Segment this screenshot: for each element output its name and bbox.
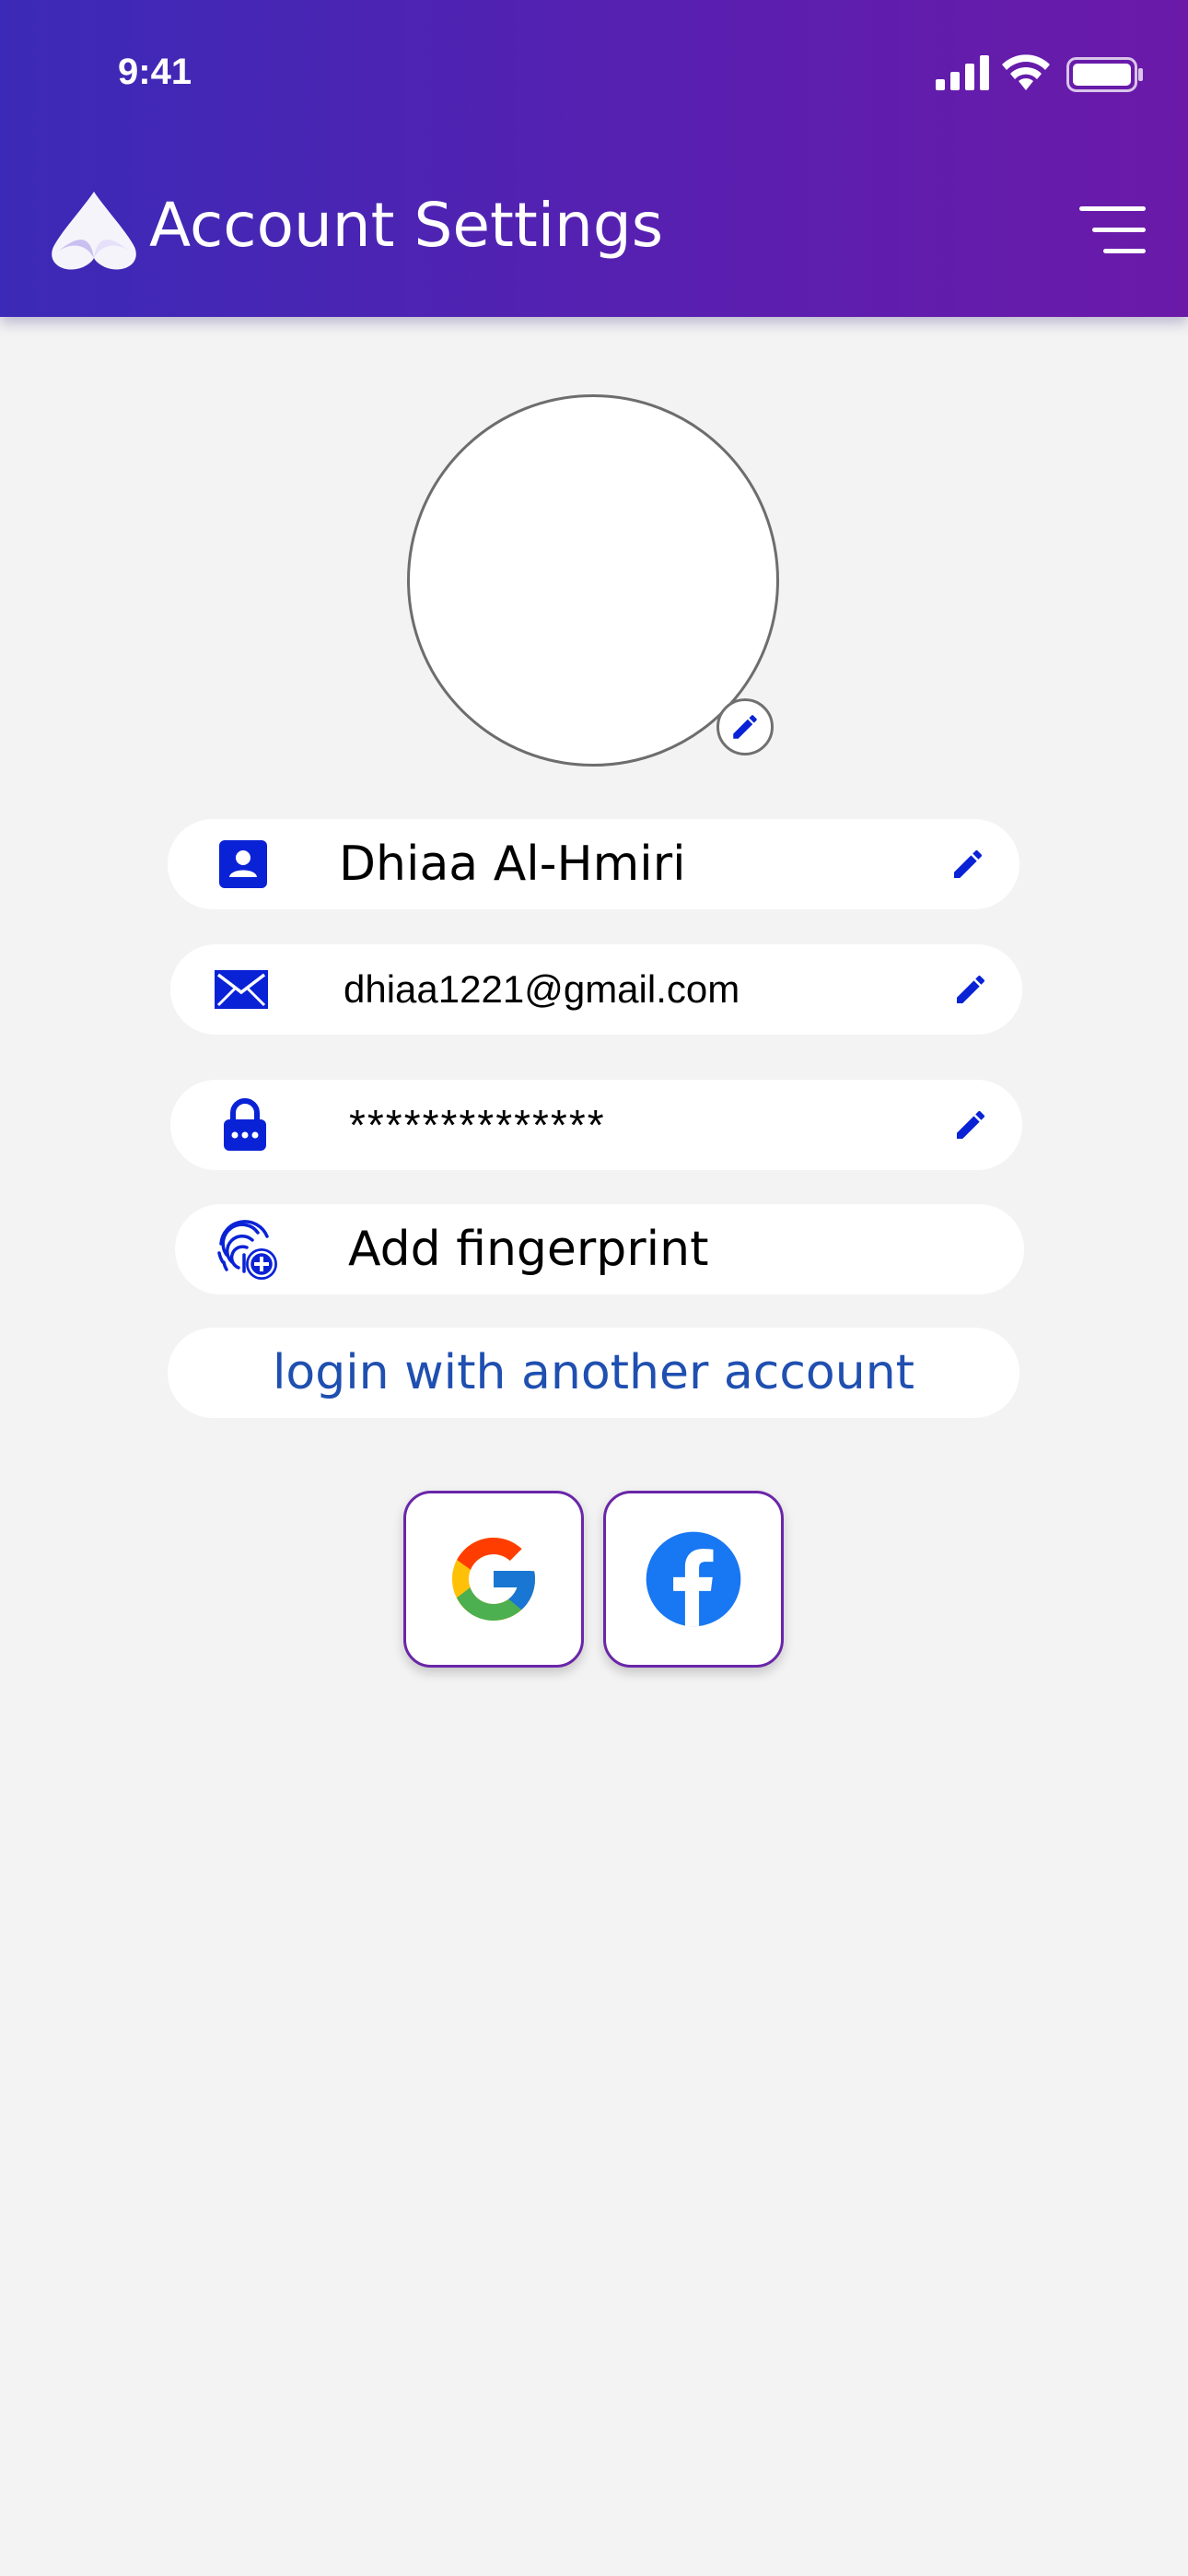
password-field[interactable]: **************: [170, 1080, 1022, 1170]
google-icon: [452, 1538, 535, 1621]
cellular-signal-icon: [936, 55, 989, 90]
facebook-login-button[interactable]: [603, 1491, 784, 1668]
fingerprint-label: Add fingerprint: [348, 1222, 709, 1277]
add-fingerprint-button[interactable]: Add fingerprint: [175, 1204, 1024, 1294]
battery-icon: [1066, 57, 1143, 92]
contact-card-icon: [219, 840, 267, 888]
fingerprint-add-icon: [217, 1220, 277, 1280]
app-logo-icon: [52, 192, 136, 270]
page-title: Account Settings: [149, 190, 664, 261]
wifi-icon: [1002, 54, 1050, 90]
avatar-edit-button[interactable]: [716, 698, 774, 755]
pencil-icon[interactable]: [952, 1107, 989, 1143]
pencil-icon[interactable]: [949, 846, 986, 883]
pencil-icon: [733, 715, 757, 739]
google-login-button[interactable]: [403, 1491, 584, 1668]
status-time: 9:41: [118, 52, 192, 92]
email-field[interactable]: dhiaa1221@gmail.com: [170, 944, 1022, 1035]
email-value: dhiaa1221@gmail.com: [344, 967, 740, 1011]
name-value: Dhiaa Al-Hmiri: [339, 837, 686, 892]
envelope-icon: [215, 970, 268, 1009]
lock-icon: [224, 1098, 266, 1151]
facebook-icon: [646, 1531, 741, 1627]
pencil-icon[interactable]: [952, 971, 989, 1008]
name-field[interactable]: Dhiaa Al-Hmiri: [168, 819, 1019, 909]
login-another-account-button[interactable]: login with another account: [168, 1328, 1019, 1418]
app-header: 9:41 Account Settings: [0, 0, 1188, 317]
login-another-account-label: login with another account: [272, 1345, 915, 1400]
password-value: **************: [349, 1101, 606, 1149]
hamburger-menu-icon[interactable]: [1077, 205, 1147, 256]
